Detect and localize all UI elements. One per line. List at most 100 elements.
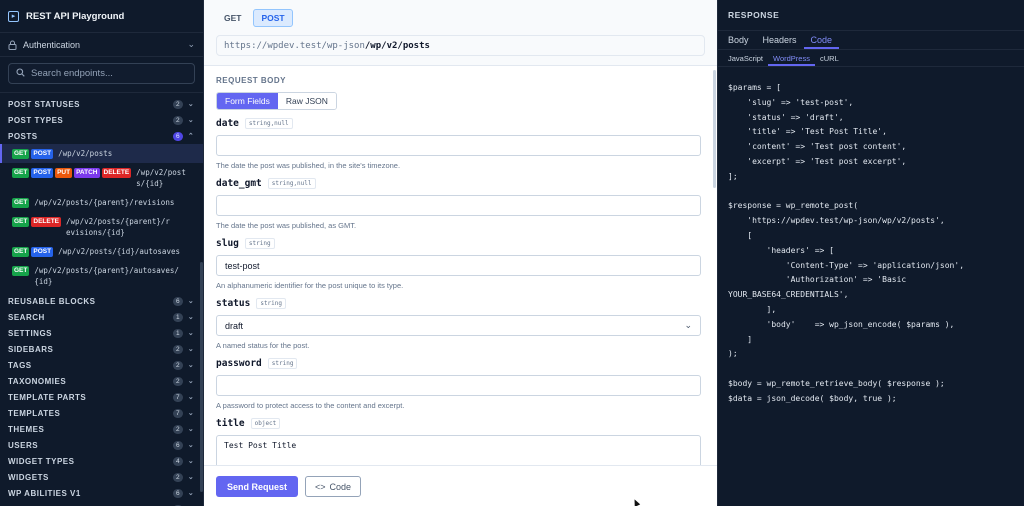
chevron-down-icon: ⌄: [187, 410, 195, 417]
method-badge-get: GET: [12, 198, 30, 208]
lang-tab-javascript[interactable]: JavaScript: [723, 50, 768, 66]
field-name: date: [216, 118, 239, 129]
request-body-title: REQUEST BODY: [216, 76, 287, 85]
route-item[interactable]: GET/wp/v2/posts/{parent}/revisions: [0, 193, 203, 212]
category-wp-abilities-v1[interactable]: WP ABILITIES V1 6 ⌄: [0, 485, 203, 501]
route-item[interactable]: GET DELETE/wp/v2/posts/{parent}/revisions…: [0, 212, 203, 242]
field-type: object: [250, 418, 281, 429]
route-path: /wp/v2/posts/{id}/autosaves: [58, 247, 180, 256]
code-button[interactable]: <> Code: [305, 476, 362, 497]
field-name: date_gmt: [216, 178, 262, 189]
method-badge-patch: PATCH: [74, 168, 100, 178]
category-label: SEARCH: [8, 312, 45, 322]
method-badge-post: POST: [31, 247, 54, 257]
category-label: WIDGET TYPES: [8, 456, 75, 466]
field-name: status: [216, 298, 251, 309]
category-count: 2: [173, 99, 183, 109]
category-label: TAXONOMIES: [8, 376, 67, 386]
chevron-down-icon: ⌄: [187, 394, 195, 401]
authentication-toggle[interactable]: Authentication ⌄: [0, 33, 203, 57]
category-wp-block-editor-v1[interactable]: WP BLOCK EDITOR V14⌄: [0, 501, 203, 506]
category-count: 2: [173, 115, 183, 125]
category-tags[interactable]: TAGS 2 ⌄: [0, 357, 203, 373]
route-item[interactable]: GET POST/wp/v2/posts/{id}/autosaves: [0, 242, 203, 261]
method-badges: GET POST PUT PATCH DELETE: [12, 168, 132, 178]
method-badges: GET POST: [12, 247, 54, 257]
field-password: password string A password to protect acce…: [216, 358, 705, 410]
search-icon: [16, 68, 25, 79]
slug-input[interactable]: test-post: [216, 255, 701, 276]
category-count: 2: [173, 424, 183, 434]
method-badges: GET: [12, 198, 30, 208]
category-count: 2: [173, 472, 183, 482]
field-name: title: [216, 418, 245, 429]
route-path: /wp/v2/posts/{parent}/revisions: [34, 198, 175, 207]
chevron-down-icon: ⌄: [187, 458, 195, 465]
field-name: password: [216, 358, 262, 369]
field-label: date_gmt string,null: [216, 178, 705, 189]
field-type: string: [267, 358, 298, 369]
method-badge-get: GET: [12, 168, 30, 178]
category-count: 1: [173, 312, 183, 322]
method-tab-post[interactable]: POST: [253, 9, 293, 27]
category-post-types[interactable]: POST TYPES 2 ⌄: [0, 112, 203, 128]
category-reusable-blocks[interactable]: REUSABLE BLOCKS 6 ⌄: [0, 293, 203, 309]
category-taxonomies[interactable]: TAXONOMIES 2 ⌄: [0, 373, 203, 389]
route-item[interactable]: GET POST/wp/v2/posts: [0, 144, 203, 163]
tab-body[interactable]: Body: [721, 31, 756, 49]
route-item[interactable]: GET/wp/v2/posts/{parent}/autosaves/{id}: [0, 261, 203, 291]
category-post-statuses[interactable]: POST STATUSES 2 ⌄: [0, 96, 203, 112]
category-search[interactable]: SEARCH 1 ⌄: [0, 309, 203, 325]
form-scrollbar[interactable]: [713, 70, 716, 188]
route-item[interactable]: GET POST PUT PATCH DELETE/wp/v2/posts/{id}: [0, 163, 203, 193]
chevron-down-icon: ⌄: [187, 101, 195, 108]
date-input[interactable]: [216, 135, 701, 156]
password-input[interactable]: [216, 375, 701, 396]
title-textarea[interactable]: Test Post Title: [216, 435, 701, 465]
category-label: POSTS: [8, 131, 38, 141]
category-label: POST TYPES: [8, 115, 64, 125]
category-widget-types[interactable]: WIDGET TYPES 4 ⌄: [0, 453, 203, 469]
category-sidebars[interactable]: SIDEBARS 2 ⌄: [0, 341, 203, 357]
tab-form-fields[interactable]: Form Fields: [217, 93, 278, 109]
tab-raw-json[interactable]: Raw JSON: [277, 93, 336, 109]
field-description: The date the post was published, as GMT.: [216, 221, 357, 230]
chevron-down-icon: ⌄: [684, 320, 692, 330]
date-gmt-input[interactable]: [216, 195, 701, 216]
method-badge-delete: DELETE: [31, 217, 62, 227]
category-users[interactable]: USERS 6 ⌄: [0, 437, 203, 453]
chevron-down-icon: ⌄: [187, 346, 195, 353]
route-path: /wp/v2/posts/{id}: [136, 168, 186, 188]
method-tab-get[interactable]: GET: [216, 9, 249, 27]
send-request-button[interactable]: Send Request: [216, 476, 299, 497]
category-label: WIDGETS: [8, 472, 49, 482]
tab-code[interactable]: Code: [803, 31, 840, 49]
sidebar-scrollbar[interactable]: [200, 262, 203, 492]
category-widgets[interactable]: WIDGETS 2 ⌄: [0, 469, 203, 485]
category-count: 4: [173, 456, 183, 466]
method-tabs: GET POST: [216, 9, 705, 27]
category-themes[interactable]: THEMES 2 ⌄: [0, 421, 203, 437]
lang-tab-wordpress[interactable]: WordPress: [768, 50, 815, 66]
category-settings[interactable]: SETTINGS 1 ⌄: [0, 325, 203, 341]
category-templates[interactable]: TEMPLATES 7 ⌄: [0, 405, 203, 421]
category-label: TEMPLATES: [8, 408, 61, 418]
field-label: password string: [216, 358, 705, 369]
category-posts[interactable]: POSTS 6 ⌃: [0, 128, 203, 144]
field-type: string: [256, 298, 287, 309]
category-template-parts[interactable]: TEMPLATE PARTS 7 ⌄: [0, 389, 203, 405]
status-select[interactable]: draft ⌄: [216, 315, 701, 336]
field-date-gmt: date_gmt string,null The date the post was…: [216, 178, 705, 230]
lang-tab-curl[interactable]: cURL: [815, 50, 844, 66]
field-slug: slug string test-post An alphanumeric ident…: [216, 238, 705, 290]
chevron-down-icon: ⌄: [187, 330, 195, 337]
field-description: A password to protect access to the cont…: [216, 401, 405, 410]
field-description: A named status for the post.: [216, 341, 310, 350]
method-badge-post: POST: [31, 168, 54, 178]
url-bar[interactable]: https://wpdev.test/wp-json/wp/v2/posts: [216, 35, 705, 56]
method-badges: GET: [12, 266, 30, 276]
request-topbar: GET POST https://wpdev.test/wp-json/wp/v2…: [204, 0, 717, 66]
category-label: SIDEBARS: [8, 344, 54, 354]
search-input[interactable]: [31, 68, 181, 79]
tab-headers[interactable]: Headers: [756, 31, 804, 49]
